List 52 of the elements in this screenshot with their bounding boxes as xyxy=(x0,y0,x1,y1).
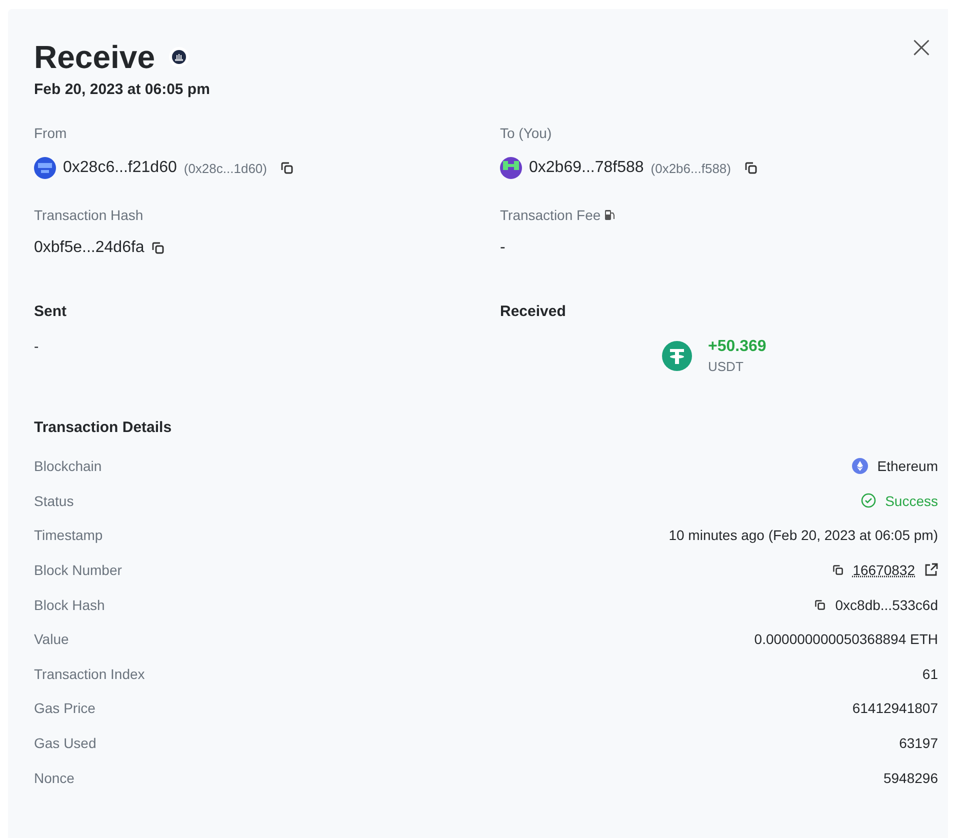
field-label: Transaction Fee xyxy=(500,207,616,223)
section-heading: Sent xyxy=(34,303,67,320)
gas-pump-icon xyxy=(604,209,616,221)
ethereum-icon xyxy=(852,458,868,474)
detail-label: Block Hash xyxy=(34,596,105,613)
detail-label: Transaction Index xyxy=(34,666,145,682)
detail-label: Nonce xyxy=(34,770,74,786)
copy-icon[interactable] xyxy=(280,161,294,175)
detail-label: Gas Used xyxy=(34,735,96,752)
hash-text: 0xbf5e...24d6fa xyxy=(34,239,144,257)
detail-value: 61412941807 xyxy=(852,700,938,716)
check-circle-icon xyxy=(861,493,876,508)
avatar-icon xyxy=(34,157,56,179)
tether-token-icon xyxy=(662,341,692,371)
field-label: From xyxy=(34,125,67,141)
copy-icon[interactable] xyxy=(814,598,826,611)
detail-value: 0xc8db...533c6d xyxy=(835,596,938,613)
close-button[interactable]: × xyxy=(904,33,938,63)
section-heading: Received xyxy=(500,303,566,320)
date-text: Feb 20, 2023 at 06:05 pm xyxy=(34,81,210,98)
token-symbol: USDT xyxy=(708,359,744,374)
status-text: Success xyxy=(885,492,938,509)
detail-value: 61 xyxy=(922,666,938,682)
detail-label: Blockchain xyxy=(34,458,102,474)
copy-icon[interactable] xyxy=(744,161,758,175)
field-label: To (You) xyxy=(500,125,552,141)
page-title: Receive xyxy=(34,38,155,76)
detail-value: 63197 xyxy=(899,735,938,752)
address-alias: (0x28c...1d60) xyxy=(184,160,267,176)
avatar-icon xyxy=(500,157,522,179)
address-text: 0x28c6...f21d60 xyxy=(63,159,177,177)
detail-label: Value xyxy=(34,631,69,648)
field-label: Transaction Hash xyxy=(34,207,144,223)
copy-icon[interactable] xyxy=(832,564,844,576)
address-alias: (0x2b6...f588) xyxy=(650,160,731,176)
detail-label: Gas Price xyxy=(34,700,96,716)
chart-badge-icon xyxy=(168,47,189,67)
sent-value: - xyxy=(34,338,39,354)
detail-value: Ethereum xyxy=(877,458,938,474)
detail-label: Status xyxy=(34,492,74,509)
received-amount: +50.369 xyxy=(708,338,766,356)
block-link[interactable]: 16670832 xyxy=(852,562,915,578)
fee-value: - xyxy=(500,239,506,257)
address-text: 0x2b69...78f588 xyxy=(529,159,644,177)
detail-value: 5948296 xyxy=(883,770,938,786)
detail-label: Timestamp xyxy=(34,527,103,544)
copy-icon[interactable] xyxy=(151,241,166,255)
detail-value: 10 minutes ago (Feb 20, 2023 at 06:05 pm) xyxy=(668,527,938,544)
external-link-icon[interactable] xyxy=(924,563,938,578)
section-heading: Transaction Details xyxy=(34,419,172,436)
detail-value: 0.000000000050368894 ETH xyxy=(754,631,938,648)
detail-label: Block Number xyxy=(34,562,122,578)
